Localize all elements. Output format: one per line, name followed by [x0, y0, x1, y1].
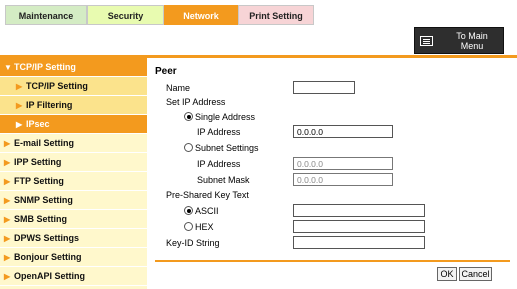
tab-maintenance[interactable]: Maintenance [5, 5, 87, 25]
single-address-radio[interactable] [184, 112, 193, 121]
hex-key-input[interactable] [293, 220, 425, 233]
sidebar-item-snmp-setting[interactable]: ▶ SNMP Setting [0, 191, 147, 210]
sidebar-item-ftp-setting[interactable]: ▶ FTP Setting [0, 172, 147, 191]
hex-label: HEX [195, 222, 214, 232]
subnet-ip-address-label: IP Address [197, 159, 241, 169]
triangle-right-icon: ▶ [4, 196, 11, 205]
tab-security[interactable]: Security [87, 5, 164, 25]
subnet-ip-address-input[interactable] [293, 157, 393, 170]
single-ip-address-label: IP Address [197, 127, 241, 137]
triangle-right-icon: ▶ [16, 82, 23, 91]
triangle-right-icon: ▶ [4, 215, 11, 224]
sidebar-item-ipsec[interactable]: ▶ IPsec [0, 115, 147, 134]
sidebar-item-smb-setting[interactable]: ▶ SMB Setting [0, 210, 147, 229]
subnet-settings-label: Subnet Settings [195, 143, 259, 153]
sidebar-item-tcpip-setting[interactable]: ▶ TCP/IP Setting [0, 77, 147, 96]
form-divider [155, 260, 510, 262]
subnet-settings-radio[interactable] [184, 143, 193, 152]
triangle-right-icon: ▶ [16, 120, 23, 129]
subnet-mask-input[interactable] [293, 173, 393, 186]
single-address-label: Single Address [195, 112, 256, 122]
sidebar-item-bonjour-setting[interactable]: ▶ Bonjour Setting [0, 248, 147, 267]
triangle-right-icon: ▶ [16, 101, 23, 110]
ascii-radio[interactable] [184, 206, 193, 215]
cancel-button[interactable]: Cancel [459, 267, 492, 281]
key-id-string-input[interactable] [293, 236, 425, 249]
ascii-label: ASCII [195, 206, 219, 216]
sidebar-item-openapi-setting[interactable]: ▶ OpenAPI Setting [0, 267, 147, 286]
ok-button[interactable]: OK [437, 267, 457, 281]
name-input[interactable] [293, 81, 355, 94]
menu-list-icon [420, 36, 433, 46]
sidebar-item-ipp-setting[interactable]: ▶ IPP Setting [0, 153, 147, 172]
section-title: Peer [155, 66, 177, 77]
sidebar-item-ip-filtering[interactable]: ▶ IP Filtering [0, 96, 147, 115]
triangle-right-icon: ▶ [4, 272, 11, 281]
single-ip-address-input[interactable] [293, 125, 393, 138]
sidebar-item-email-setting[interactable]: ▶ E-mail Setting [0, 134, 147, 153]
to-main-menu-label: To Main Menu [456, 31, 488, 51]
name-label: Name [166, 83, 191, 93]
triangle-down-icon: ▼ [4, 63, 12, 72]
tab-network[interactable]: Network [164, 5, 238, 25]
pre-shared-key-text-label: Pre-Shared Key Text [166, 190, 249, 200]
set-ip-address-label: Set IP Address [166, 97, 226, 107]
triangle-right-icon: ▶ [4, 139, 11, 148]
triangle-right-icon: ▶ [4, 158, 11, 167]
sidebar-item-dpws-settings[interactable]: ▶ DPWS Settings [0, 229, 147, 248]
ascii-key-input[interactable] [293, 204, 425, 217]
key-id-string-label: Key-ID String [166, 238, 220, 248]
to-main-menu-button[interactable]: To Main Menu [414, 27, 504, 54]
subnet-mask-label: Subnet Mask [197, 175, 250, 185]
triangle-right-icon: ▶ [4, 177, 11, 186]
hex-radio[interactable] [184, 222, 193, 231]
tab-print-setting[interactable]: Print Setting [238, 5, 314, 25]
triangle-right-icon: ▶ [4, 234, 11, 243]
sidebar-item-tcpip-setting-group[interactable]: ▼ TCP/IP Setting [0, 58, 147, 77]
triangle-right-icon: ▶ [4, 253, 11, 262]
